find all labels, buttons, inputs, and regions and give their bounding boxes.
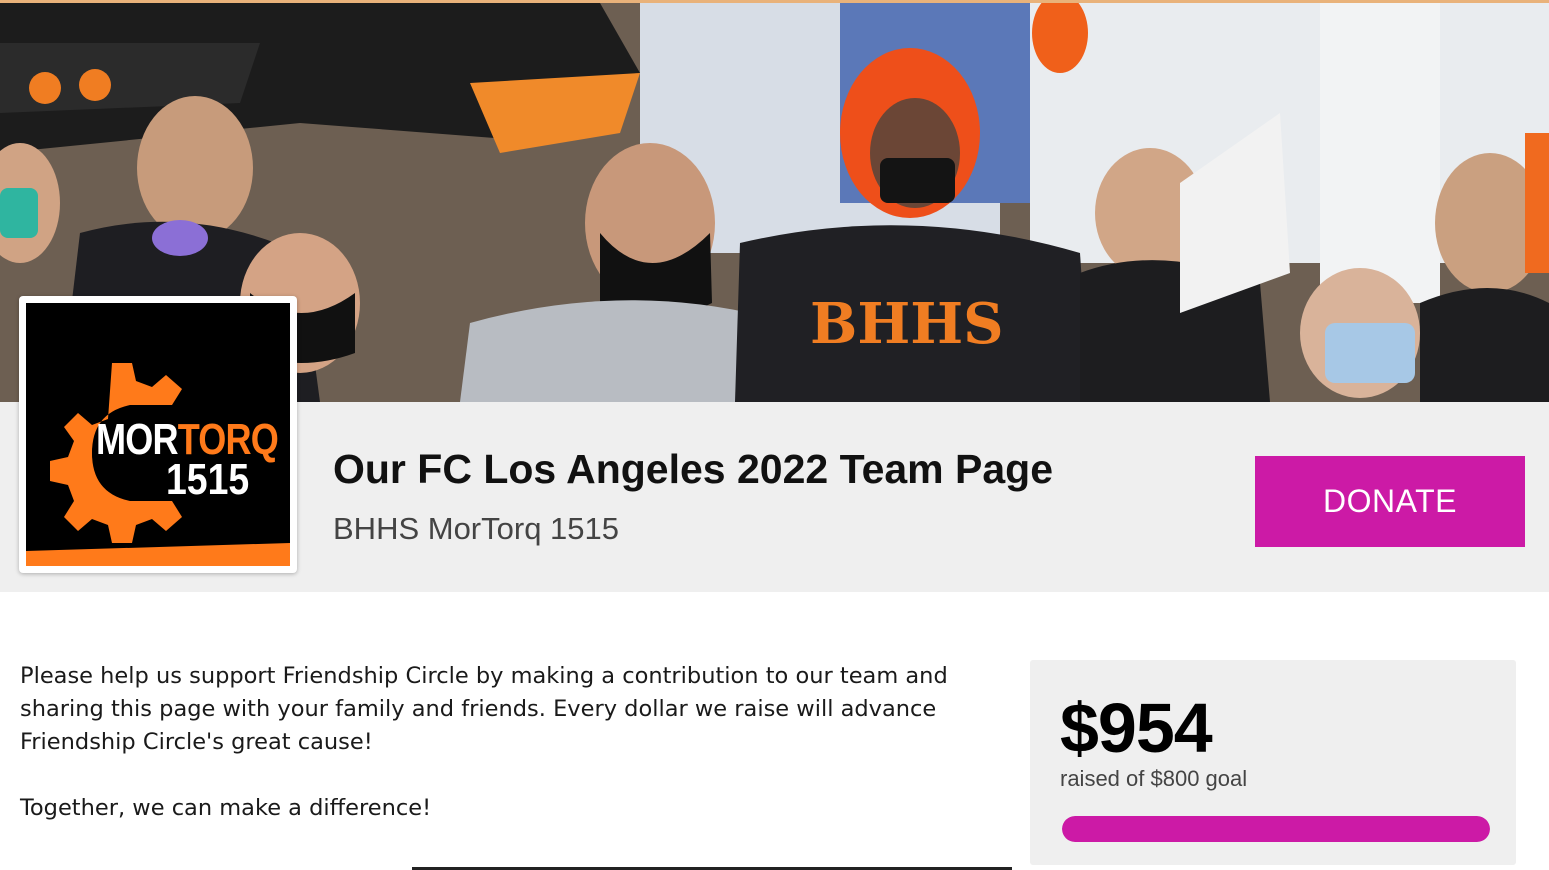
goal-text: raised of $800 goal [1060,766,1248,791]
team-description: Please help us support Friendship Circle… [20,660,980,858]
description-paragraph: Please help us support Friendship Circle… [20,663,948,755]
logo-team-number: 1515 [166,455,250,504]
svg-text:BHHS: BHHS [810,291,1004,357]
fundraising-progress-card: $954 raised of $800 goal [1030,660,1516,865]
team-logo: MORTORQ 1515 [26,303,290,566]
progress-bar-fill [1062,816,1490,842]
page-title: Our FC Los Angeles 2022 Team Page [333,446,1054,492]
description-paragraph: Together, we can make a difference! [20,795,432,821]
amount-raised: $954 [1060,689,1213,767]
progress-bar [1062,816,1490,842]
team-name-subtitle: BHHS MorTorq 1515 [333,511,620,546]
donate-button[interactable]: DONATE [1255,456,1525,547]
team-logo-card: MORTORQ 1515 [19,296,297,573]
